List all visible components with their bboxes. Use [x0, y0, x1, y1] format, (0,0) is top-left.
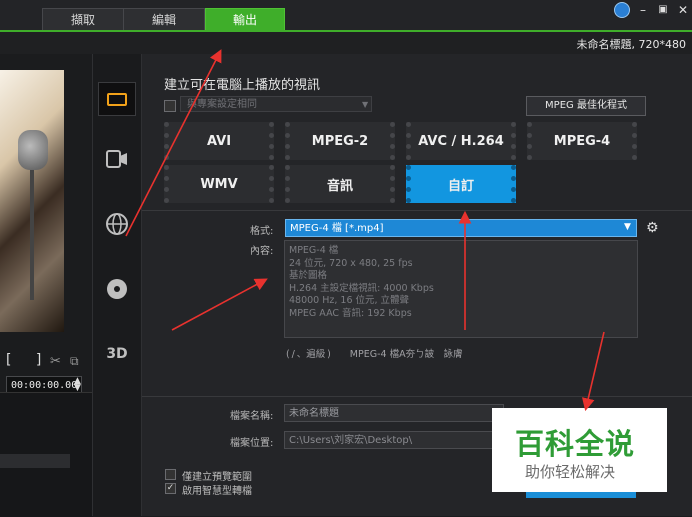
- disc-icon[interactable]: [104, 276, 130, 302]
- 3d-icon[interactable]: 3D: [104, 341, 130, 367]
- file-location-field[interactable]: C:\Users\刘家宏\Desktop\: [284, 431, 504, 449]
- minimize-button[interactable]: –: [636, 3, 650, 17]
- watermark-tagline: 助你轻松解决: [525, 463, 616, 481]
- format-mpeg4-button[interactable]: MPEG-4: [527, 122, 637, 160]
- globe-icon[interactable]: [614, 2, 630, 18]
- format-custom-button[interactable]: 自訂: [406, 165, 516, 203]
- preview-range-checkbox[interactable]: [165, 469, 176, 480]
- preview-mic-stand: [30, 170, 34, 300]
- format-avi-button[interactable]: AVI: [164, 122, 274, 160]
- format-mpeg2-button[interactable]: MPEG-2: [285, 122, 395, 160]
- computer-icon[interactable]: [98, 82, 136, 116]
- mpeg-optimizer-button[interactable]: MPEG 最佳化程式: [526, 96, 646, 116]
- globe-icon[interactable]: [104, 211, 130, 237]
- preset-select[interactable]: 與專案設定相同: [180, 96, 372, 112]
- content-label: 內容:: [250, 246, 274, 257]
- size-estimate-text: ( / 、遍級 ) MPEG-4 檔A夯ㄅ詖 詠膚: [286, 349, 463, 360]
- chevron-down-icon: ▼: [624, 222, 631, 232]
- scissors-icon[interactable]: ✂: [50, 354, 61, 369]
- format-audio-button[interactable]: 音訊: [285, 165, 395, 203]
- content-line: MPEG-4 檔: [289, 245, 339, 256]
- content-line: 24 位元, 720 x 480, 25 fps: [289, 257, 413, 269]
- format-select[interactable]: MPEG-4 檔 [*.mp4]: [285, 219, 637, 237]
- timecode-stepper[interactable]: ▲ ▼: [74, 377, 81, 393]
- content-description: MPEG-4 檔 24 位元, 720 x 480, 25 fps 基於圖格 H…: [284, 240, 638, 338]
- tab-capture[interactable]: 擷取: [42, 8, 124, 31]
- format-label: 格式:: [250, 226, 274, 237]
- file-location-label: 檔案位置:: [230, 438, 274, 449]
- file-name-label: 檔案名稱:: [230, 411, 274, 422]
- format-avc-button[interactable]: AVC / H.264: [406, 122, 516, 160]
- smart-render-checkbox[interactable]: ✓: [165, 483, 176, 494]
- preview-range-label: 僅建立預覽範圍: [182, 472, 252, 483]
- content-line: H.264 主設定檔視訊: 4000 Kbps: [289, 282, 434, 294]
- device-icon[interactable]: [104, 146, 130, 172]
- tab-edit[interactable]: 編輯: [123, 8, 205, 31]
- smart-render-label: 啟用智慧型轉檔: [182, 486, 252, 497]
- copy-icon[interactable]: ⧉: [70, 354, 79, 369]
- mark-in-out-buttons[interactable]: [ ]: [6, 352, 51, 368]
- content-line: 基於圖格: [289, 270, 328, 281]
- content-line: 48000 Hz, 16 位元, 立體聲: [289, 295, 410, 306]
- divider: [142, 210, 692, 211]
- tab-share[interactable]: 輸出: [205, 8, 285, 31]
- page-title: 建立可在電腦上播放的視訊: [164, 78, 321, 93]
- restore-button[interactable]: ▣: [656, 3, 670, 17]
- divider: [142, 396, 692, 397]
- lower-left-bar: [0, 454, 70, 468]
- chevron-down-icon: ▼: [362, 100, 369, 109]
- preview-microphone: [18, 130, 48, 170]
- gear-icon[interactable]: ⚙: [646, 221, 660, 235]
- format-wmv-button[interactable]: WMV: [164, 165, 274, 203]
- watermark-logo-text: 百科全说: [515, 427, 636, 461]
- close-button[interactable]: ✕: [676, 3, 690, 17]
- project-info: 未命名標題, 720*480: [576, 38, 686, 51]
- content-line: MPEG AAC 音訊: 192 Kbps: [289, 307, 412, 319]
- preset-checkbox[interactable]: [164, 100, 176, 112]
- file-name-field[interactable]: 未命名標題: [284, 404, 504, 422]
